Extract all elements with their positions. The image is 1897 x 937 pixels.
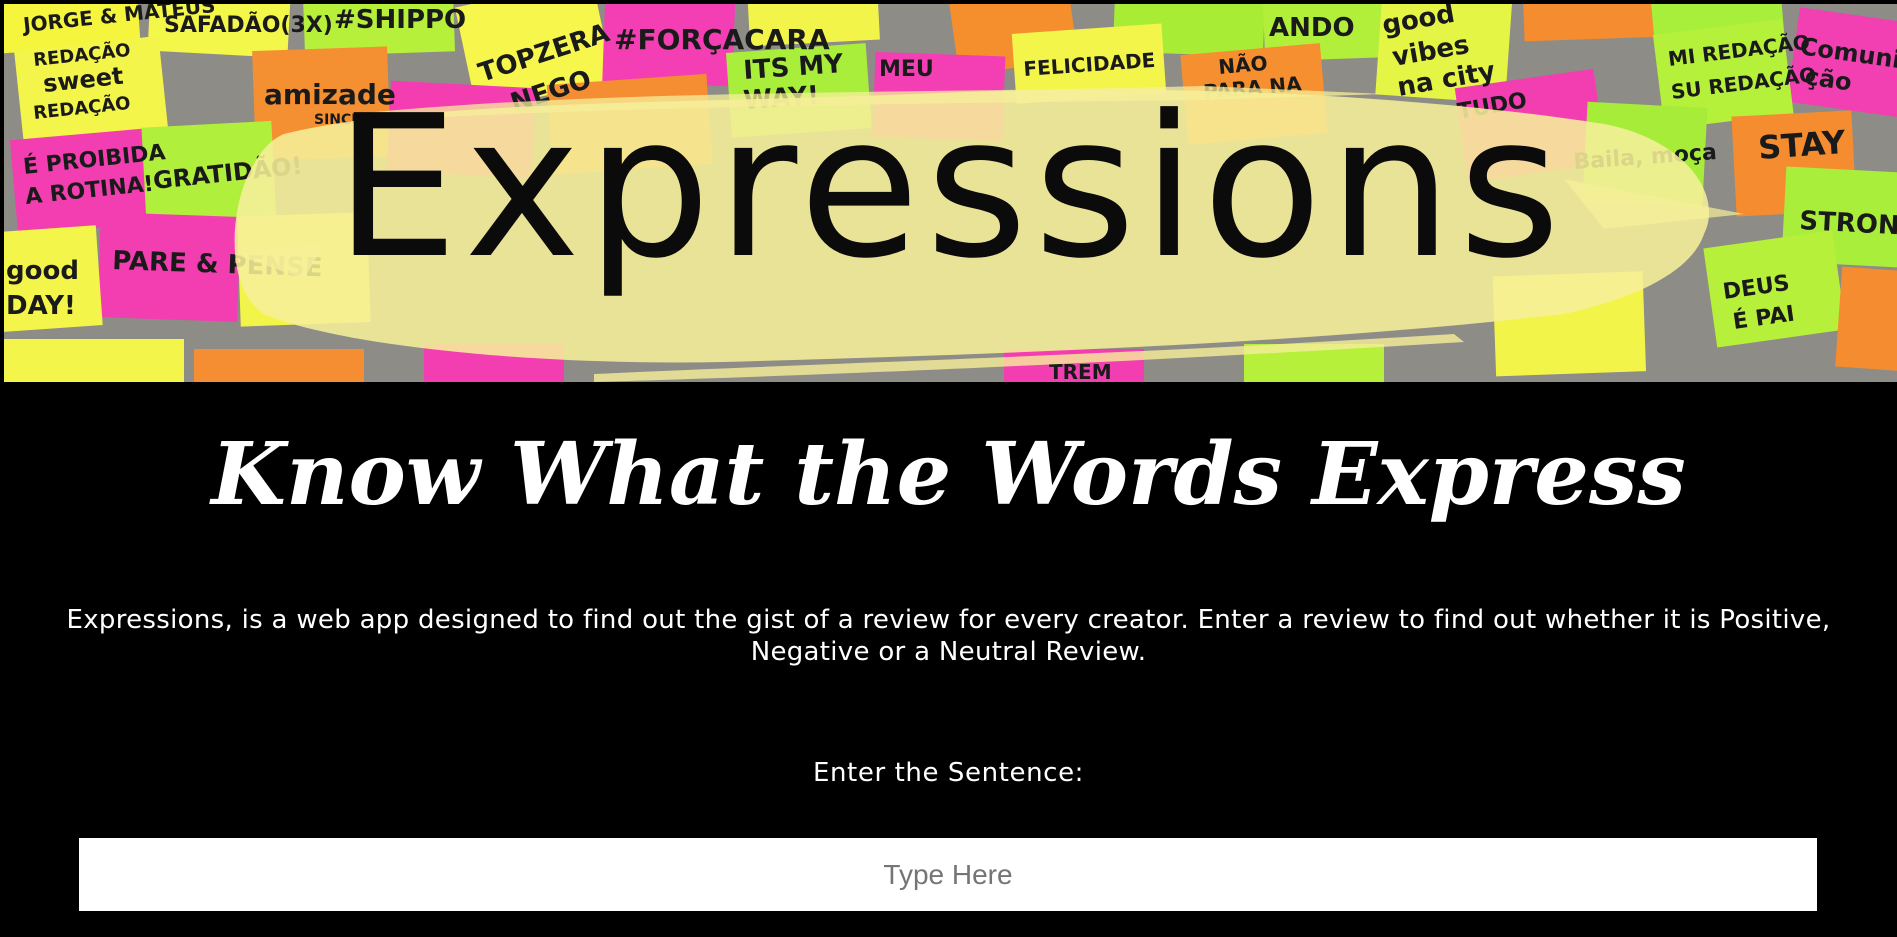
sentence-input[interactable] (79, 838, 1817, 911)
sentence-input-label: Enter the Sentence: (812, 758, 1085, 788)
page: JORGE & MATEUS SAFADÃO(3X) #SHIPPO TOPZE… (0, 0, 1897, 937)
app-description: Expressions, is a web app designed to fi… (66, 605, 1831, 667)
tagline-heading: Know What the Words Express (211, 424, 1686, 525)
hero-banner: JORGE & MATEUS SAFADÃO(3X) #SHIPPO TOPZE… (4, 4, 1897, 382)
hero-title: Expressions (334, 74, 1567, 302)
